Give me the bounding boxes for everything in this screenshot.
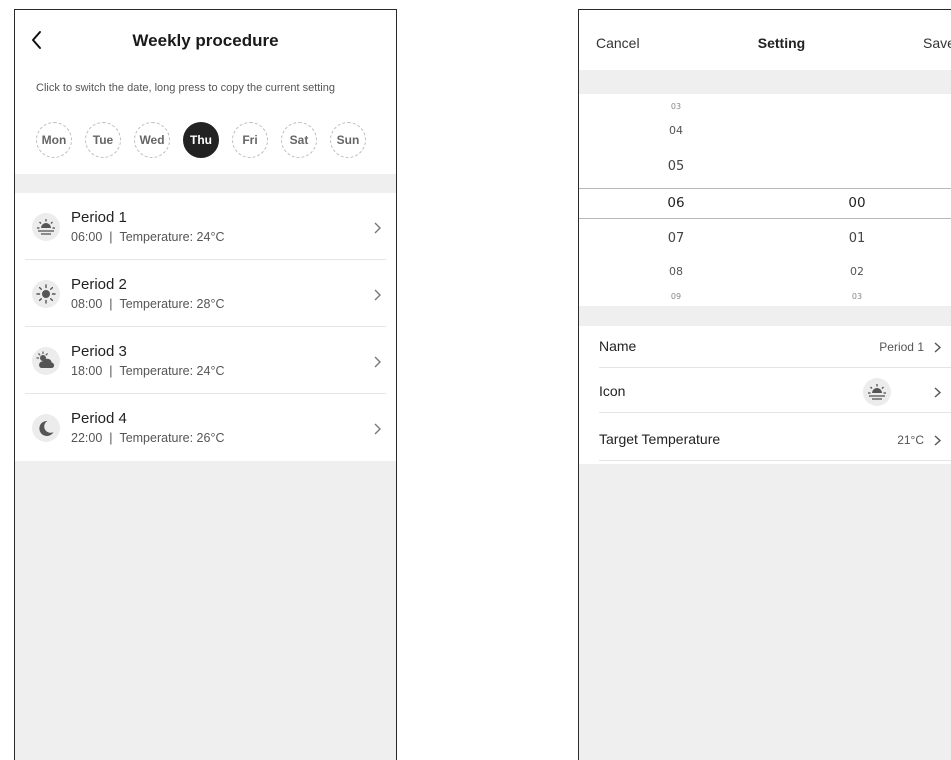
chevron-right-icon [374,289,381,301]
time-picker[interactable]: 03 04 05 06 07 08 09 00 01 02 03 [579,94,951,306]
day-fri[interactable]: Fri [232,122,268,158]
name-row[interactable]: Name Period 1 [579,326,951,368]
period-row-2[interactable]: Period 2 08:00 | Temperature: 28°C [15,260,396,327]
target-temperature-value: 21°C [897,433,924,447]
chevron-right-icon [934,387,942,398]
period-row-3[interactable]: Period 3 18:00 | Temperature: 24°C [15,327,396,394]
chevron-right-icon [374,222,381,234]
save-button[interactable]: Save [923,35,951,51]
period-detail: 22:00 | Temperature: 26°C [71,431,225,445]
sun-cloud-icon [36,351,55,368]
period-icon-wrap [32,280,60,308]
period-detail: 08:00 | Temperature: 28°C [71,297,225,311]
target-temperature-label: Target Temperature [599,431,721,447]
day-label: Fri [242,133,258,147]
period-icon-wrap [32,347,60,375]
minute-option-selected[interactable]: 00 [837,195,877,211]
picker-selection-top [579,188,951,189]
minute-option[interactable]: 03 [837,292,877,301]
period-time: 18:00 [71,364,103,378]
chevron-right-icon [374,423,381,435]
period-list: Period 1 06:00 | Temperature: 24°C Perio [15,193,396,461]
period-name: Period 3 [71,343,127,360]
minute-option[interactable]: 01 [837,231,877,246]
period-detail: 06:00 | Temperature: 24°C [71,230,225,244]
name-value: Period 1 [879,340,924,354]
separator: | [109,297,113,311]
separator: | [109,364,113,378]
icon-label: Icon [599,383,626,399]
period-name: Period 2 [71,276,127,293]
minute-option[interactable]: 02 [837,265,877,278]
separator: | [109,431,113,445]
period-time: 06:00 [71,230,103,244]
divider [599,367,951,368]
hint-text: Click to switch the date, long press to … [36,82,335,94]
period-name: Period 1 [71,209,127,226]
day-label: Sat [289,133,309,147]
moon-icon [39,420,54,436]
page-title: Setting [757,35,806,51]
name-label: Name [599,338,637,354]
sunrise-icon [37,219,55,235]
chevron-right-icon [934,435,942,446]
day-label: Thu [190,133,212,147]
setting-screen: Cancel Setting Save 03 04 05 06 07 08 09… [578,9,951,760]
period-icon-wrap [32,213,60,241]
separator: | [109,230,113,244]
period-row-4[interactable]: Period 4 22:00 | Temperature: 26°C [15,394,396,461]
picker-selection-bottom [579,218,951,219]
hour-option[interactable]: 05 [656,159,696,174]
period-temperature: Temperature: 24°C [119,364,225,378]
day-tue[interactable]: Tue [85,122,121,158]
period-time: 22:00 [71,431,103,445]
day-thu[interactable]: Thu [183,122,219,158]
period-detail: 18:00 | Temperature: 24°C [71,364,225,378]
period-name: Period 4 [71,410,127,427]
hour-option-selected[interactable]: 06 [656,195,696,211]
settings-list: Name Period 1 Icon Target Temperature 21… [579,326,951,464]
icon-row[interactable]: Icon [579,371,951,413]
day-label: Mon [41,133,67,147]
day-label: Wed [139,133,165,147]
sunrise-icon [868,384,886,400]
period-icon-wrap [32,414,60,442]
setting-header: Cancel Setting Save [579,10,951,70]
period-row-1[interactable]: Period 1 06:00 | Temperature: 24°C [15,193,396,260]
day-label: Sun [336,133,360,147]
hour-option[interactable]: 07 [656,231,696,246]
hour-option[interactable]: 08 [656,265,696,278]
period-time: 08:00 [71,297,103,311]
hour-option[interactable]: 04 [656,124,696,137]
icon-value-wrap [863,378,891,406]
weekly-header-card: Weekly procedure Click to switch the dat… [15,10,396,174]
period-temperature: Temperature: 28°C [119,297,225,311]
day-sat[interactable]: Sat [281,122,317,158]
divider [599,460,951,461]
hour-option[interactable]: 03 [656,102,696,111]
period-temperature: Temperature: 26°C [119,431,225,445]
day-label: Tue [92,133,114,147]
period-temperature: Temperature: 24°C [119,230,225,244]
hour-option[interactable]: 09 [656,292,696,301]
divider [599,412,951,413]
page-title: Weekly procedure [132,31,279,50]
target-temperature-row[interactable]: Target Temperature 21°C [579,419,951,461]
chevron-right-icon [934,342,942,353]
day-sun[interactable]: Sun [330,122,366,158]
chevron-right-icon [374,356,381,368]
weekly-procedure-screen: Weekly procedure Click to switch the dat… [14,9,397,760]
day-wed[interactable]: Wed [134,122,170,158]
day-mon[interactable]: Mon [36,122,72,158]
sun-icon [36,284,56,304]
